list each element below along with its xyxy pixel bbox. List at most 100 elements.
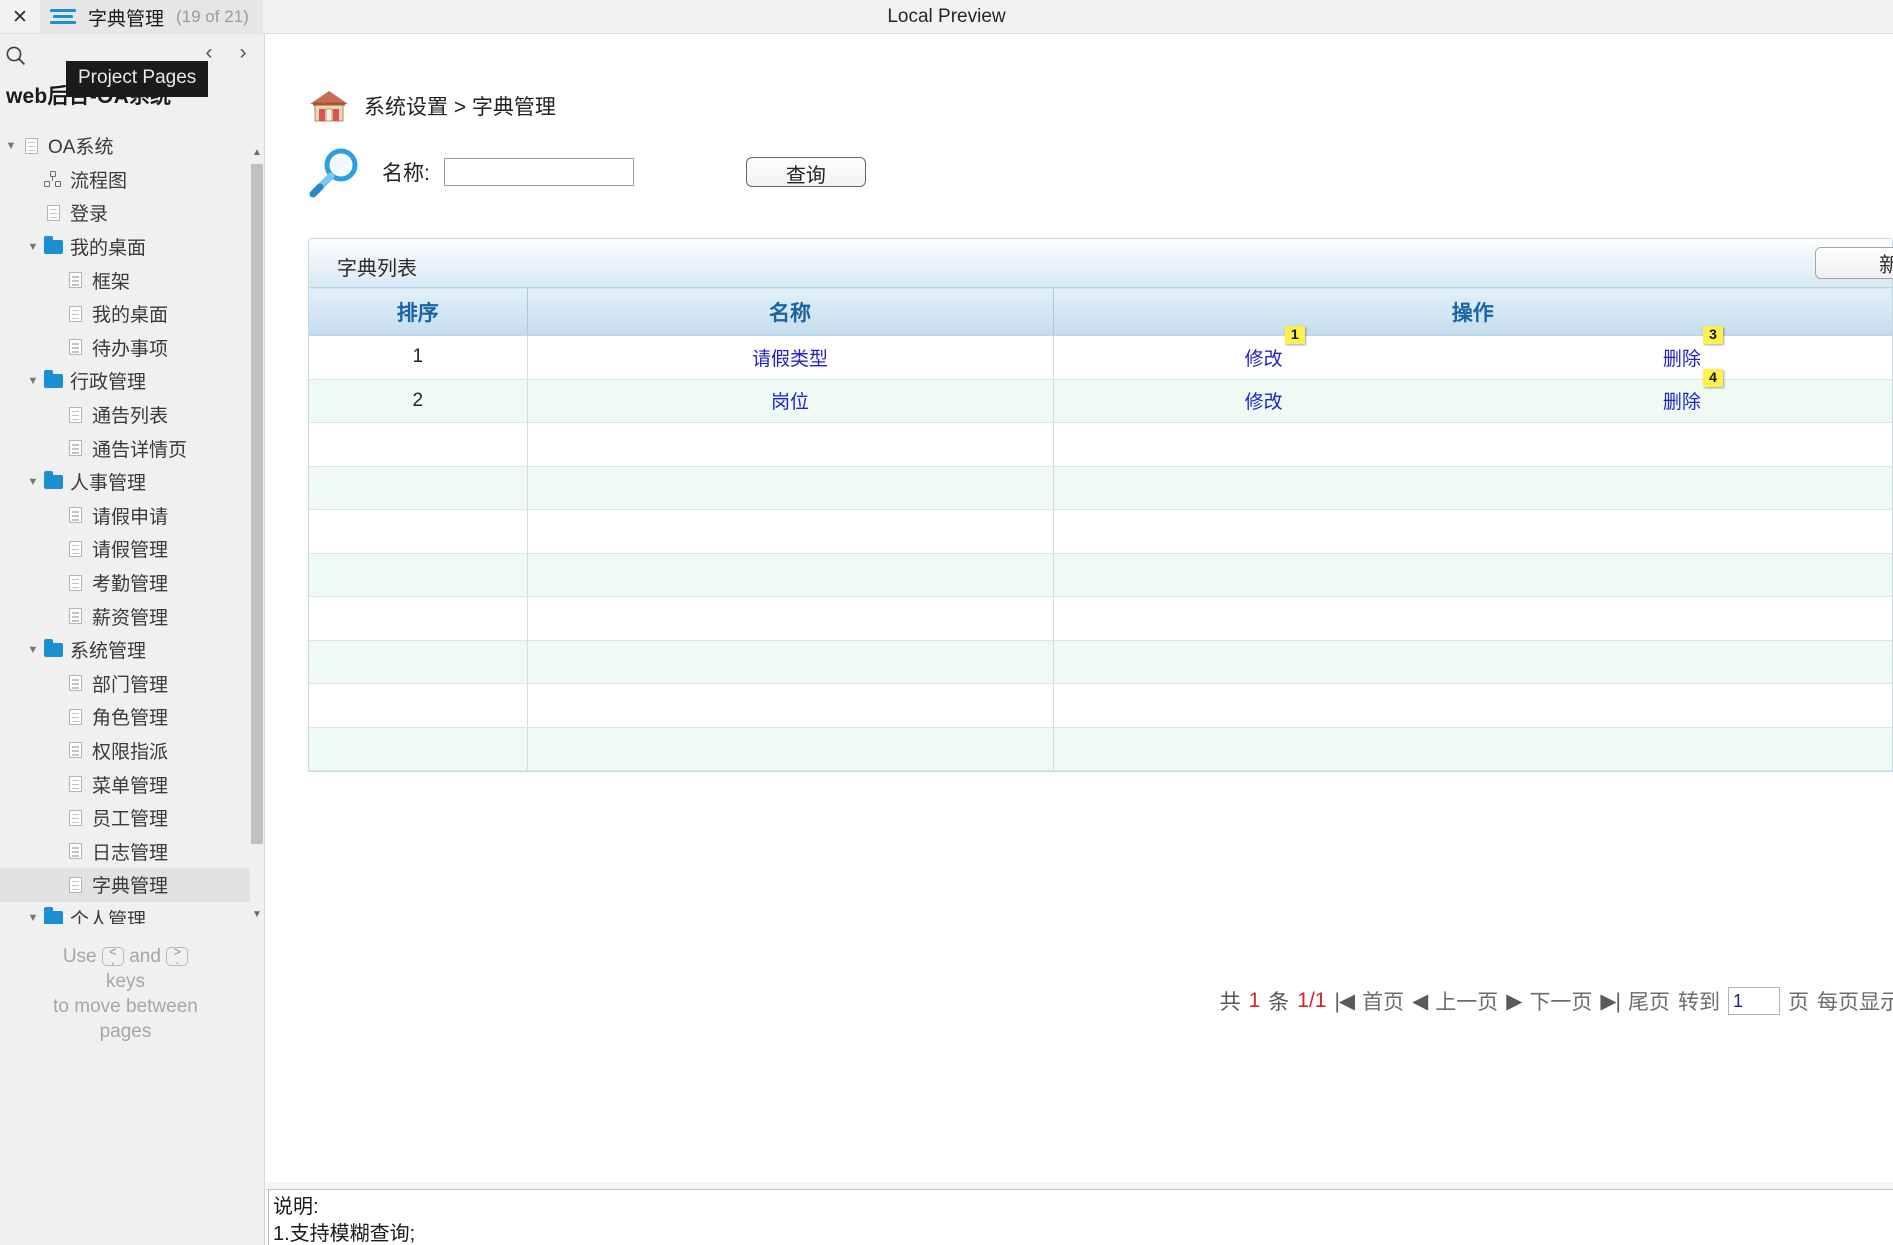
page-icon xyxy=(64,876,86,893)
tree-item-薪资管理[interactable]: ▼ 薪资管理 xyxy=(0,599,251,633)
hamburger-icon[interactable] xyxy=(50,8,76,26)
next-page-link[interactable]: 下一页 xyxy=(1529,986,1592,1016)
search-icon[interactable] xyxy=(0,43,30,67)
tree-item-待办事项[interactable]: ▼ 待办事项 xyxy=(0,331,251,365)
cell-empty xyxy=(1053,465,1892,510)
delete-link[interactable]: 删除 3 xyxy=(1663,325,1723,371)
tree-item-label: 人事管理 xyxy=(70,473,147,495)
column-header-order[interactable]: 排序 xyxy=(309,287,528,336)
tree-item-个人管理[interactable]: ▼ 个人管理 xyxy=(0,902,251,924)
prev-page-link[interactable]: 上一页 xyxy=(1435,986,1498,1016)
tree-caret-spacer: ▼ xyxy=(46,341,64,353)
page-icon xyxy=(42,204,64,221)
tree-item-登录[interactable]: ▼ 登录 xyxy=(0,196,251,230)
tree-caret-icon[interactable]: ▼ xyxy=(2,140,20,152)
tree-caret-spacer: ▼ xyxy=(46,577,64,589)
total-count: 1 xyxy=(1248,989,1261,1012)
tree-caret-spacer: ▼ xyxy=(46,879,64,891)
tree-item-label: 员工管理 xyxy=(92,809,169,831)
page-icon xyxy=(64,272,86,289)
tree-item-菜单管理[interactable]: ▼ 菜单管理 xyxy=(0,767,251,801)
table-body: 1 请假类型 修改 1 删除 3 2 岗位 修改 删除 4 xyxy=(309,325,1892,771)
cell-empty xyxy=(527,465,1054,510)
tree-caret-spacer: ▼ xyxy=(46,610,64,622)
tree-item-字典管理[interactable]: ▼ 字典管理 xyxy=(0,868,251,902)
edit-link[interactable]: 修改 xyxy=(1245,387,1283,414)
tree-item-系统管理[interactable]: ▼ 系统管理 xyxy=(0,633,251,667)
tree-caret-spacer: ▼ xyxy=(46,442,64,454)
tree-item-流程图[interactable]: ▼ 流程图 xyxy=(0,163,251,197)
goto-page-input[interactable] xyxy=(1728,987,1780,1015)
close-icon[interactable]: ✕ xyxy=(4,0,36,34)
page-icon xyxy=(64,574,86,591)
tree-item-请假申请[interactable]: ▼ 请假申请 xyxy=(0,499,251,533)
tree-item-框架[interactable]: ▼ 框架 xyxy=(0,263,251,297)
tree-item-考勤管理[interactable]: ▼ 考勤管理 xyxy=(0,566,251,600)
name-input[interactable] xyxy=(443,158,634,186)
folder-icon xyxy=(42,638,64,657)
cell-empty xyxy=(527,683,1054,728)
page-icon xyxy=(64,339,86,356)
tree-item-角色管理[interactable]: ▼ 角色管理 xyxy=(0,700,251,734)
next-page-arrow[interactable]: › xyxy=(229,38,257,68)
tree-caret-icon[interactable]: ▼ xyxy=(24,644,42,656)
add-button[interactable]: 新增 xyxy=(1815,247,1893,279)
last-page-link[interactable]: 尾页 xyxy=(1628,986,1670,1016)
tree-caret-icon[interactable]: ▼ xyxy=(24,375,42,387)
dictionary-name-link[interactable]: 岗位 xyxy=(771,392,809,413)
tree-item-我的桌面[interactable]: ▼ 我的桌面 xyxy=(0,230,251,264)
scroll-down-arrow[interactable]: ▼ xyxy=(250,906,264,922)
tree-item-请假管理[interactable]: ▼ 请假管理 xyxy=(0,532,251,566)
first-page-icon[interactable]: |◀ xyxy=(1334,989,1355,1014)
page-icon xyxy=(64,843,86,860)
notes-panel: 说明:1.支持模糊查询;2.分页显示,按角色类型进行排序; xyxy=(266,1189,1893,1245)
page-icon xyxy=(64,608,86,625)
next-page-icon[interactable]: ▶ xyxy=(1506,989,1522,1014)
tree-caret-icon[interactable]: ▼ xyxy=(24,241,42,253)
window-top-bar: ✕ 字典管理 (19 of 21) Local Preview xyxy=(0,0,1893,34)
folder-icon xyxy=(42,470,64,489)
edit-link[interactable]: 修改 1 xyxy=(1245,325,1305,371)
cell-empty xyxy=(527,639,1054,684)
hint-use: Use xyxy=(62,946,97,967)
delete-link[interactable]: 删除 4 xyxy=(1663,369,1723,414)
tree-caret-spacer: ▼ xyxy=(46,308,64,320)
tree-item-OA系统[interactable]: ▼ OA系统 xyxy=(0,129,251,163)
tree-caret-spacer: ▼ xyxy=(46,543,64,555)
column-header-action[interactable]: 操作 xyxy=(1053,287,1892,336)
query-button[interactable]: 查询 xyxy=(745,157,866,187)
tree-item-label: 通告列表 xyxy=(92,406,169,428)
folder-icon xyxy=(42,235,64,254)
hint-and: and xyxy=(129,946,161,967)
tree-caret-spacer: ▼ xyxy=(46,509,64,521)
scroll-up-arrow[interactable]: ▲ xyxy=(250,144,264,160)
column-header-name[interactable]: 名称 xyxy=(527,287,1054,336)
cell-empty xyxy=(1053,726,1892,771)
page-unit-label: 页 xyxy=(1788,991,1809,1014)
cell-empty xyxy=(309,596,528,641)
tree-item-通告详情页[interactable]: ▼ 通告详情页 xyxy=(0,431,251,465)
table-row-empty xyxy=(309,509,1892,554)
dictionary-name-link[interactable]: 请假类型 xyxy=(752,349,828,370)
tree-item-label: 部门管理 xyxy=(92,674,169,696)
horizontal-splitter[interactable] xyxy=(266,1182,1893,1189)
tree-scrollbar-thumb[interactable] xyxy=(251,164,263,844)
first-page-link[interactable]: 首页 xyxy=(1362,986,1404,1016)
active-tab[interactable]: 字典管理 (19 of 21) xyxy=(40,0,263,34)
page-icon xyxy=(20,137,42,154)
tree-item-我的桌面[interactable]: ▼ 我的桌面 xyxy=(0,297,251,331)
tree-item-人事管理[interactable]: ▼ 人事管理 xyxy=(0,465,251,499)
prev-page-icon[interactable]: ◀ xyxy=(1412,989,1428,1014)
tree-item-行政管理[interactable]: ▼ 行政管理 xyxy=(0,364,251,398)
tree-item-员工管理[interactable]: ▼ 员工管理 xyxy=(0,801,251,835)
tree-caret-icon[interactable]: ▼ xyxy=(24,476,42,488)
cell-empty xyxy=(527,726,1054,771)
tree-item-label: 系统管理 xyxy=(70,641,147,663)
tree-item-通告列表[interactable]: ▼ 通告列表 xyxy=(0,398,251,432)
search-bar: 名称: 查询 xyxy=(308,146,866,198)
tree-item-部门管理[interactable]: ▼ 部门管理 xyxy=(0,667,251,701)
tree-caret-icon[interactable]: ▼ xyxy=(24,912,42,924)
tree-item-权限指派[interactable]: ▼ 权限指派 xyxy=(0,734,251,768)
tree-item-日志管理[interactable]: ▼ 日志管理 xyxy=(0,834,251,868)
last-page-icon[interactable]: ▶| xyxy=(1600,989,1621,1014)
